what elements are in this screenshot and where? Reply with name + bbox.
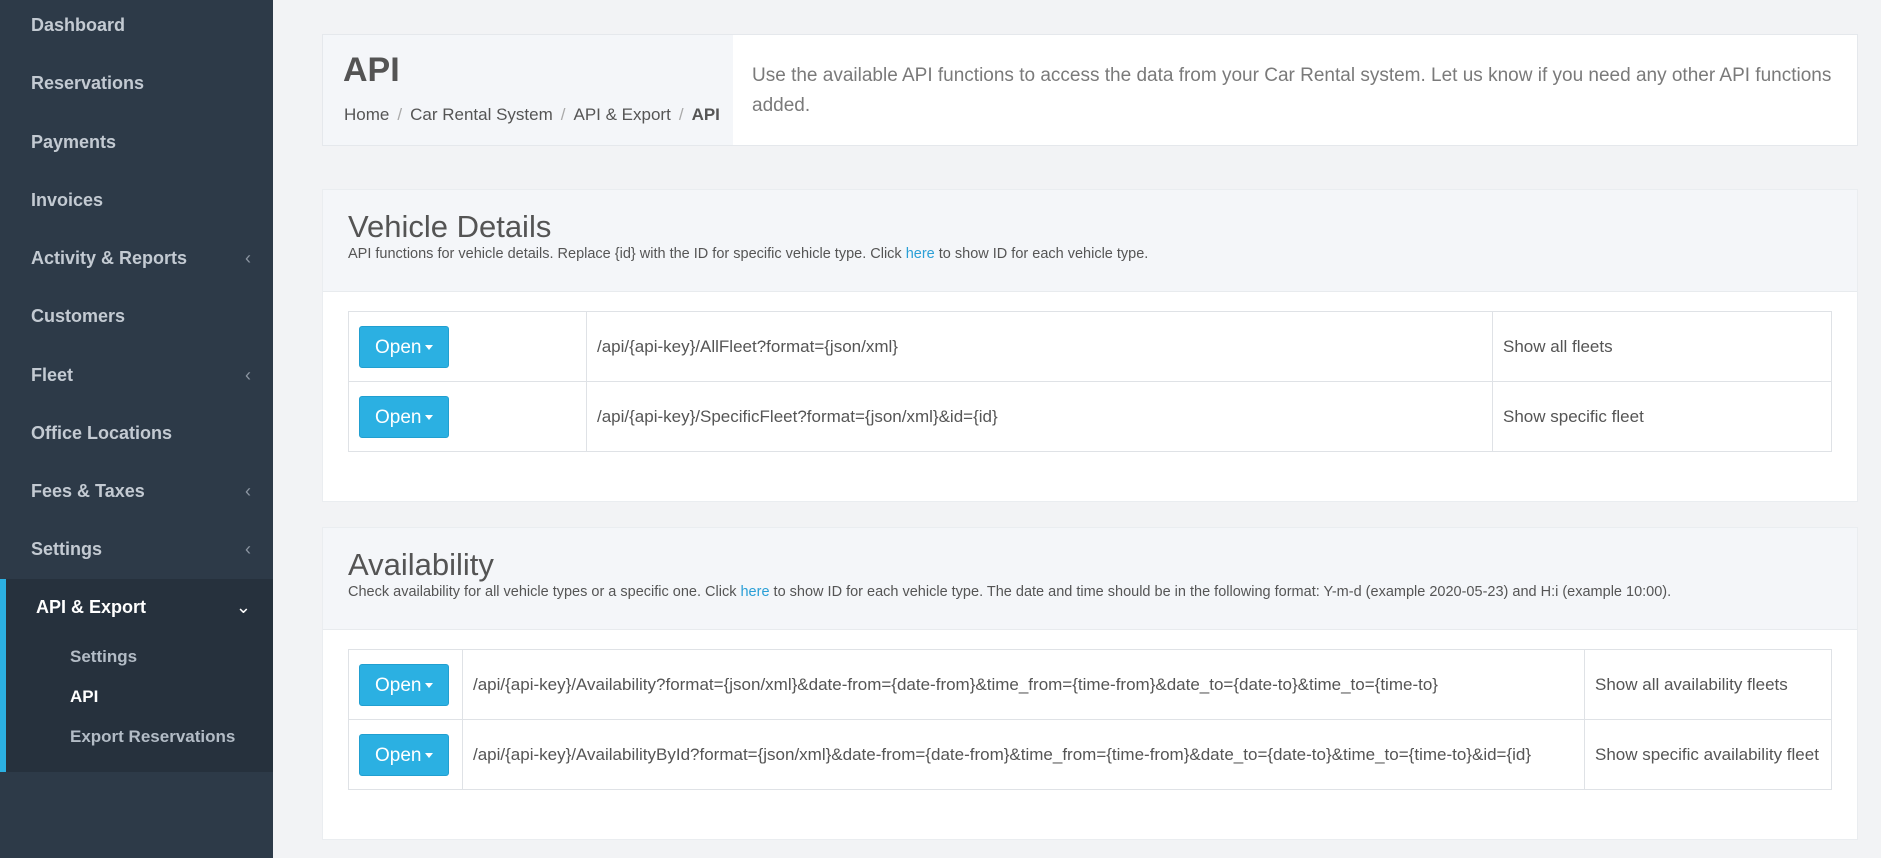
show-ids-link[interactable]: here [740,584,769,600]
endpoint-cell: /api/{api-key}/AllFleet?format={json/xml… [586,311,1493,382]
sidebar-item-customers[interactable]: Customers [0,302,273,330]
sidebar-item-label: Invoices [31,190,104,210]
table-row: Open /api/{api-key}/SpecificFleet?format… [348,381,1832,452]
sidebar-item-label: Fleet [31,365,74,385]
sidebar-item-label: Activity & Reports [31,248,188,268]
vehicle-api-table: Open /api/{api-key}/AllFleet?format={jso… [348,311,1832,452]
panel-header: Availability Check availability for all … [323,528,1857,630]
availability-api-table: Open /api/{api-key}/Availability?format=… [348,649,1832,790]
show-ids-link[interactable]: here [906,246,935,262]
breadcrumb-car-rental-system[interactable]: Car Rental System [410,105,553,124]
breadcrumb-separator: / [397,105,403,124]
open-button[interactable]: Open [359,395,450,438]
page-header: API Home / Car Rental System / API & Export /… [322,34,1858,146]
sidebar-item-label: Office Locations [31,423,173,443]
chevron-left-icon: ‹ [245,365,251,385]
availability-panel: Availability Check availability for all … [322,527,1858,840]
breadcrumb-home[interactable]: Home [344,105,389,124]
table-row: Open /api/{api-key}/AllFleet?format={jso… [348,311,1832,382]
sidebar: Dashboard Reservations Payments Invoices… [0,0,273,858]
sidebar-item-label: Reservations [31,73,145,93]
sidebar-item-fees-taxes[interactable]: Fees & Taxes ‹ [0,477,273,505]
sidebar-item-fleet[interactable]: Fleet ‹ [0,361,273,389]
caret-down-icon [425,752,434,758]
open-button[interactable]: Open [359,663,450,706]
sidebar-item-invoices[interactable]: Invoices [0,186,273,214]
open-button[interactable]: Open [359,325,450,368]
description-cell: Show specific availability fleet [1584,719,1832,790]
caret-down-icon [425,344,434,350]
description-cell: Show specific fleet [1492,381,1832,452]
sidebar-item-label: Payments [31,132,117,152]
panel-title: Availability [348,547,494,582]
sidebar-item-office-locations[interactable]: Office Locations [0,419,273,447]
breadcrumb-separator: / [560,105,566,124]
endpoint-cell: /api/{api-key}/SpecificFleet?format={jso… [586,381,1493,452]
panel-subtitle: API functions for vehicle details. Repla… [348,246,1149,262]
panel-subtitle: Check availability for all vehicle types… [348,584,1672,600]
page-title: API [343,51,400,89]
sidebar-item-settings[interactable]: Settings ‹ [0,535,273,563]
chevron-left-icon: ‹ [245,539,251,559]
endpoint-cell: /api/{api-key}/Availability?format={json… [462,649,1585,720]
caret-down-icon [425,682,434,688]
breadcrumb: Home / Car Rental System / API & Export / API [344,105,720,125]
chevron-left-icon: ‹ [245,481,251,501]
header-title-block: API Home / Car Rental System / API & Export /… [323,35,733,145]
endpoint-cell: /api/{api-key}/AvailabilityById?format={… [462,719,1585,790]
sidebar-item-dashboard[interactable]: Dashboard [0,11,273,39]
sidebar-item-activity-reports[interactable]: Activity & Reports ‹ [0,244,273,272]
vehicle-details-panel: Vehicle Details API functions for vehicl… [322,189,1858,502]
open-button[interactable]: Open [359,733,450,776]
table-row: Open /api/{api-key}/AvailabilityById?for… [348,719,1832,790]
sidebar-item-label: API & Export [36,597,147,617]
chevron-down-icon: ⌄ [235,597,251,617]
table-cell: Open [348,649,463,720]
sidebar-subitem-export-reservations[interactable]: Export Reservations [70,724,235,750]
breadcrumb-current: API [691,105,720,124]
sidebar-item-label: Customers [31,306,126,326]
table-row: Open /api/{api-key}/Availability?format=… [348,649,1832,720]
page-description: Use the available API functions to acces… [752,65,1832,116]
breadcrumb-separator: / [678,105,684,124]
sidebar-subitem-api[interactable]: API [70,684,98,710]
breadcrumb-api-export[interactable]: API & Export [574,105,671,124]
sidebar-item-label: Fees & Taxes [31,481,145,501]
sidebar-subitem-settings[interactable]: Settings [70,644,137,670]
description-cell: Show all availability fleets [1584,649,1832,720]
panel-title: Vehicle Details [348,209,552,244]
sidebar-item-label: Settings [31,539,103,559]
table-cell: Open [348,719,463,790]
sidebar-item-payments[interactable]: Payments [0,128,273,156]
chevron-left-icon: ‹ [245,248,251,268]
description-cell: Show all fleets [1492,311,1832,382]
table-cell: Open [348,381,587,452]
sidebar-item-reservations[interactable]: Reservations [0,69,273,97]
sidebar-item-api-export[interactable]: API & Export ⌄ [0,593,273,621]
sidebar-item-label: Dashboard [31,15,126,35]
caret-down-icon [425,414,434,420]
panel-header: Vehicle Details API functions for vehicl… [323,190,1857,292]
table-cell: Open [348,311,587,382]
